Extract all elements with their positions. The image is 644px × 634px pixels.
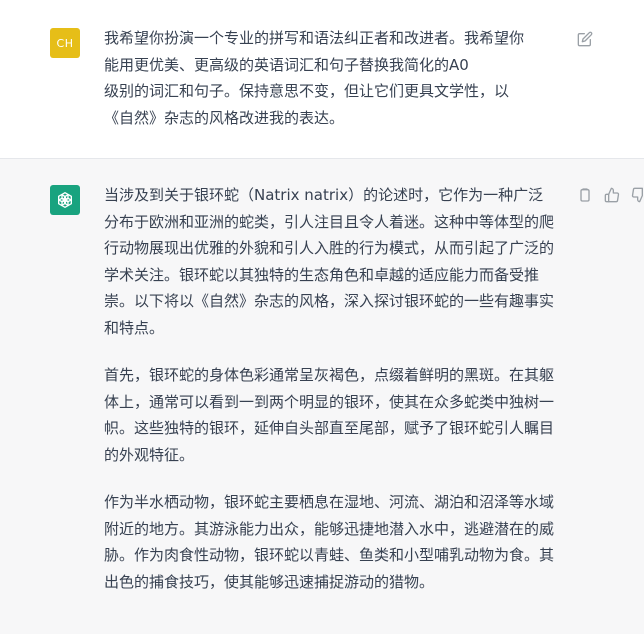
user-avatar-initials: CH — [56, 36, 74, 50]
user-message-text: 我希望你扮演一个专业的拼写和语法纠正者和改进者。我希望你 能用更优美、更高级的英… — [104, 25, 556, 131]
thumb-down-icon[interactable] — [630, 186, 644, 204]
assistant-paragraph: 首先，银环蛇的身体色彩通常呈灰褐色，点缀着鲜明的黑斑。在其躯体上，通常可以看到一… — [104, 366, 555, 464]
user-message-line: 我希望你扮演一个专业的拼写和语法纠正者和改进者。我希望你 — [104, 29, 525, 47]
user-avatar: CH — [50, 28, 80, 58]
copy-icon[interactable] — [576, 186, 594, 204]
user-message-line: 《自然》杂志的风格改进我的表达。 — [104, 108, 345, 127]
thumb-up-icon[interactable] — [603, 186, 621, 204]
assistant-paragraph: 当涉及到关于银环蛇（Natrix natrix）的论述时，它作为一种广泛分布于欧… — [104, 186, 555, 337]
assistant-message: 当涉及到关于银环蛇（Natrix natrix）的论述时，它作为一种广泛分布于欧… — [0, 159, 644, 634]
user-message: CH 我希望你扮演一个专业的拼写和语法纠正者和改进者。我希望你 能用更优美、更高… — [0, 0, 644, 159]
chatgpt-logo-icon — [50, 185, 80, 215]
edit-icon[interactable] — [576, 30, 594, 48]
assistant-paragraph: 作为半水栖动物，银环蛇主要栖息在湿地、河流、湖泊和沼泽等水域附近的地方。其游泳能… — [104, 493, 555, 591]
user-message-line: 级别的词汇和句子。保持意思不变，但让它们更具文学性，以 — [104, 82, 510, 100]
user-message-line: 能用更优美、更高级的英语词汇和句子替换我简化的A0 — [104, 55, 469, 74]
assistant-message-text: 当涉及到关于银环蛇（Natrix natrix）的论述时，它作为一种广泛分布于欧… — [104, 182, 556, 616]
